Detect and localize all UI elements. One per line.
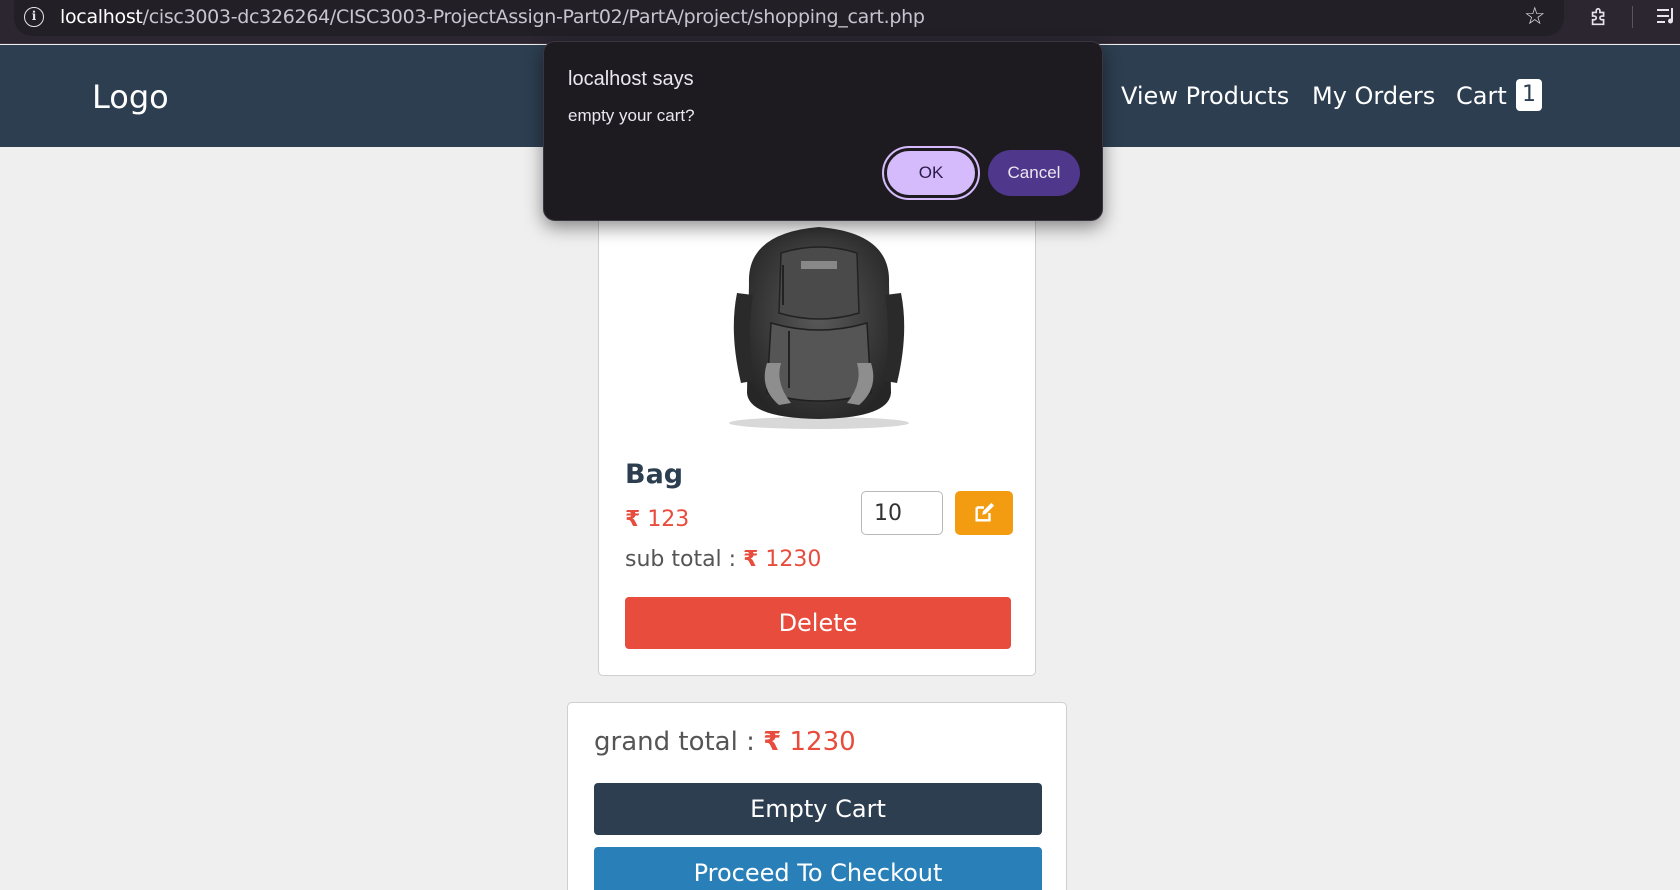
grand-total-label: grand total : bbox=[594, 727, 764, 757]
subtotal-value: 1230 bbox=[765, 547, 822, 572]
dialog-title: localhost says bbox=[568, 68, 694, 90]
dialog-message: empty your cart? bbox=[568, 106, 695, 125]
item-subtotal: sub total : ₹ 1230 bbox=[625, 547, 821, 572]
browser-toolbar: i localhost/cisc3003-dc326264/CISC3003-P… bbox=[0, 0, 1680, 44]
rupee-icon: ₹ bbox=[743, 547, 759, 572]
proceed-to-checkout-button[interactable]: Proceed To Checkout bbox=[594, 847, 1042, 890]
confirm-dialog: localhost says empty your cart? OK Cance… bbox=[543, 41, 1103, 221]
rupee-icon: ₹ bbox=[763, 727, 782, 757]
url-text[interactable]: localhost/cisc3003-dc326264/CISC3003-Pro… bbox=[60, 6, 925, 28]
cart-item-card: Bag ₹ 123 sub total : ₹ 1230 Delete bbox=[598, 190, 1036, 676]
extensions-puzzle-icon[interactable] bbox=[1588, 6, 1610, 28]
subtotal-label: sub total : bbox=[625, 547, 744, 572]
dialog-cancel-button[interactable]: Cancel bbox=[988, 150, 1080, 196]
product-image bbox=[729, 227, 909, 429]
edit-icon bbox=[975, 502, 995, 522]
site-logo[interactable]: Logo bbox=[92, 78, 169, 116]
dialog-ok-button[interactable]: OK bbox=[882, 146, 980, 200]
toolbar-divider bbox=[1632, 6, 1633, 28]
url-path: /cisc3003-dc326264/CISC3003-ProjectAssig… bbox=[142, 6, 925, 28]
site-info-icon[interactable]: i bbox=[24, 7, 44, 27]
rupee-icon: ₹ bbox=[625, 507, 641, 532]
quantity-input[interactable] bbox=[861, 491, 943, 535]
nav-cart[interactable]: Cart bbox=[1456, 82, 1507, 110]
media-control-icon[interactable] bbox=[1656, 6, 1678, 26]
empty-cart-button[interactable]: Empty Cart bbox=[594, 783, 1042, 835]
product-name: Bag bbox=[625, 459, 684, 490]
grand-total: grand total : ₹ 1230 bbox=[594, 727, 856, 757]
cart-total-card: grand total : ₹ 1230 Empty Cart Proceed … bbox=[567, 702, 1067, 890]
product-price-value: 123 bbox=[647, 507, 690, 532]
url-host: localhost bbox=[60, 6, 143, 28]
cart-count-badge[interactable]: 1 bbox=[1516, 79, 1542, 111]
nav-view-products[interactable]: View Products bbox=[1121, 82, 1289, 110]
product-price: ₹ 123 bbox=[625, 507, 689, 532]
update-quantity-button[interactable] bbox=[955, 491, 1013, 535]
nav-my-orders[interactable]: My Orders bbox=[1312, 82, 1435, 110]
grand-total-value: 1230 bbox=[789, 727, 856, 757]
delete-item-button[interactable]: Delete bbox=[625, 597, 1011, 649]
bookmark-star-icon[interactable]: ☆ bbox=[1524, 4, 1546, 30]
